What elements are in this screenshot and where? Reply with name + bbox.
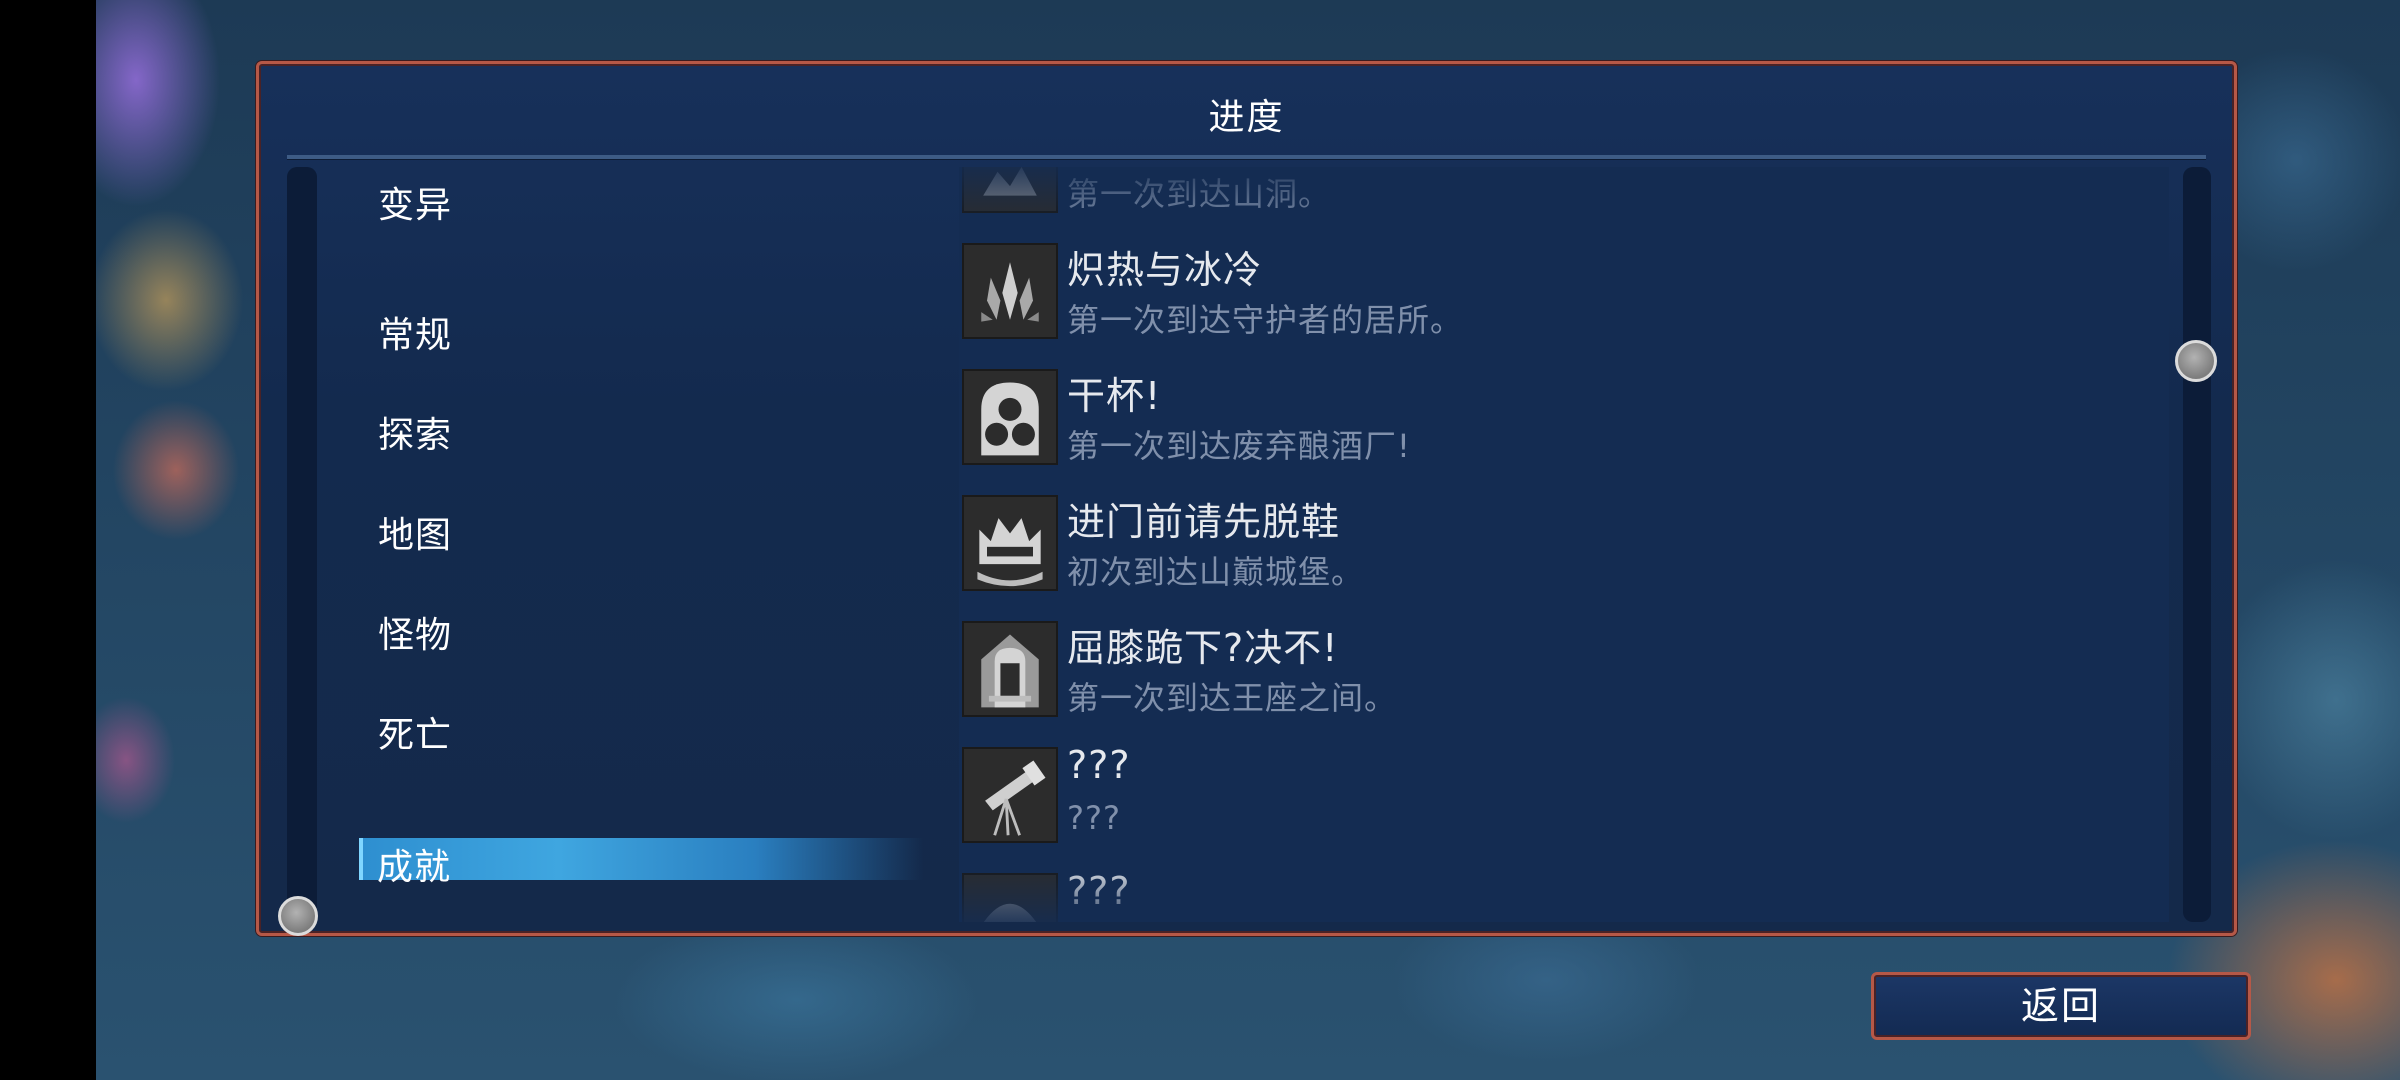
category-scroll-track[interactable] <box>287 167 317 922</box>
back-button[interactable]: 返回 <box>1871 972 2251 1040</box>
category-map[interactable]: 地图 <box>378 506 452 558</box>
achievement-scroll-track[interactable] <box>2183 167 2211 922</box>
telescope-icon <box>962 747 1058 843</box>
achievement-desc: 第一次到达王座之间。 <box>1067 679 1398 717</box>
achievement-desc: 第一次到达守护者的居所。 <box>1067 301 1464 339</box>
locked-icon <box>962 873 1058 922</box>
achievement-row[interactable]: 进门前请先脱鞋 初次到达山巅城堡。 <box>959 495 2159 595</box>
category-achievements-selected[interactable]: 成就 <box>359 838 923 888</box>
category-achievements-label: 成就 <box>377 847 452 888</box>
category-deaths[interactable]: 死亡 <box>378 706 452 758</box>
category-mutations[interactable]: 变异 <box>378 176 452 228</box>
achievement-row[interactable]: 炽热与冰冷 第一次到达守护者的居所。 <box>959 243 2159 343</box>
achievement-title: 进门前请先脱鞋 <box>1067 500 1341 544</box>
achievement-title: 干杯! <box>1067 374 1162 418</box>
achievement-row[interactable]: 屈膝跪下?决不! 第一次到达王座之间。 <box>959 621 2159 721</box>
achievement-scroll-handle[interactable] <box>2175 340 2217 382</box>
achievement-title: 屈膝跪下?决不! <box>1067 626 1339 670</box>
achievement-desc: 第一次到达废弃酿酒厂! <box>1067 427 1411 465</box>
achievement-desc: ??? <box>1067 799 1121 837</box>
category-exploration[interactable]: 探索 <box>378 406 452 458</box>
achievement-row[interactable]: ??? <box>959 869 2159 922</box>
achievement-list[interactable]: 第一次到达山洞。 炽热与冰冷 第一次到达守护者的居所。 干杯! 第一次到达废弃酿… <box>959 167 2169 922</box>
panel-title: 进度 <box>1208 97 1285 138</box>
achievement-row[interactable]: 第一次到达山洞。 <box>959 167 2159 217</box>
achievement-row[interactable]: 干杯! 第一次到达废弃酿酒厂! <box>959 369 2159 469</box>
achievement-row[interactable]: ??? ??? <box>959 743 2159 847</box>
achievement-title: 炽热与冰冷 <box>1067 248 1263 292</box>
achievement-title: ??? <box>1067 743 1131 787</box>
barrels-icon <box>962 369 1058 465</box>
achievement-desc: 第一次到达山洞。 <box>1067 175 1332 213</box>
title-divider <box>287 155 2206 160</box>
achievement-title: ??? <box>1067 869 1131 913</box>
category-scroll-handle[interactable] <box>278 896 318 936</box>
castle-icon <box>962 495 1058 591</box>
category-monsters[interactable]: 怪物 <box>378 606 452 658</box>
crystal-icon <box>962 243 1058 339</box>
progress-panel: 进度 变异 常规 探索 地图 怪物 死亡 成就 第一次到达山洞。 炽热与冰冷 第… <box>256 61 2237 936</box>
throne-icon <box>962 621 1058 717</box>
category-general[interactable]: 常规 <box>378 306 452 358</box>
achievement-desc: 初次到达山巅城堡。 <box>1067 553 1365 591</box>
cave-icon <box>962 167 1058 213</box>
